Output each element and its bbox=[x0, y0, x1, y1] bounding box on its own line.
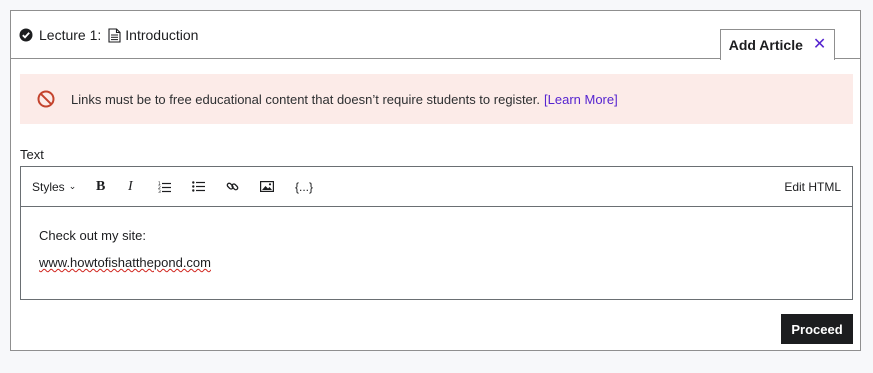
content-line-1: Check out my site: bbox=[39, 228, 146, 243]
lecture-title: Introduction bbox=[125, 27, 199, 43]
code-button[interactable]: {...} bbox=[295, 167, 313, 206]
italic-button[interactable]: I bbox=[128, 167, 133, 206]
svg-text:3: 3 bbox=[158, 189, 161, 193]
link-icon bbox=[226, 182, 239, 191]
styles-dropdown[interactable]: Styles ⌄ bbox=[32, 167, 76, 206]
text-field-label: Text bbox=[20, 147, 44, 162]
bullet-list-icon bbox=[192, 181, 205, 192]
lecture-title-row: Lecture 1: Introduction bbox=[19, 27, 198, 43]
learn-more-link[interactable]: [Learn More] bbox=[544, 92, 618, 107]
editor-toolbar: Styles ⌄ B I 1 2 3 {...} Edit HTML bbox=[21, 167, 852, 207]
ban-icon bbox=[37, 90, 55, 108]
tab-add-article-label: Add Article bbox=[728, 37, 803, 53]
edit-html-button[interactable]: Edit HTML bbox=[784, 167, 841, 206]
image-button[interactable] bbox=[260, 167, 274, 206]
proceed-button[interactable]: Proceed bbox=[781, 314, 853, 344]
ordered-list-button[interactable]: 1 2 3 bbox=[158, 167, 171, 206]
styles-label: Styles bbox=[32, 179, 65, 194]
add-article-panel: Lecture 1: Introduction Add Article ✕ Li… bbox=[10, 10, 861, 351]
check-circle-icon bbox=[19, 28, 33, 42]
alert-message: Links must be to free educational conten… bbox=[71, 91, 541, 107]
bold-button[interactable]: B bbox=[96, 167, 105, 206]
document-icon bbox=[108, 27, 121, 43]
image-icon bbox=[260, 181, 274, 192]
editor-content[interactable]: Check out my site: www.howtofishatthepon… bbox=[21, 207, 852, 303]
rich-text-editor: Styles ⌄ B I 1 2 3 {...} Edit HTML Check… bbox=[20, 166, 853, 300]
lecture-header: Lecture 1: Introduction Add Article ✕ bbox=[11, 11, 860, 60]
lecture-prefix: Lecture 1: bbox=[39, 27, 102, 43]
tab-add-article[interactable]: Add Article ✕ bbox=[720, 29, 835, 60]
bullet-list-button[interactable] bbox=[192, 167, 205, 206]
ordered-list-icon: 1 2 3 bbox=[158, 181, 171, 193]
alert-banner: Links must be to free educational conten… bbox=[20, 74, 853, 124]
content-line-2: www.howtofishatthepond.com bbox=[39, 255, 211, 270]
chevron-down-icon: ⌄ bbox=[68, 181, 77, 191]
link-button[interactable] bbox=[226, 167, 239, 206]
close-icon[interactable]: ✕ bbox=[813, 37, 826, 53]
